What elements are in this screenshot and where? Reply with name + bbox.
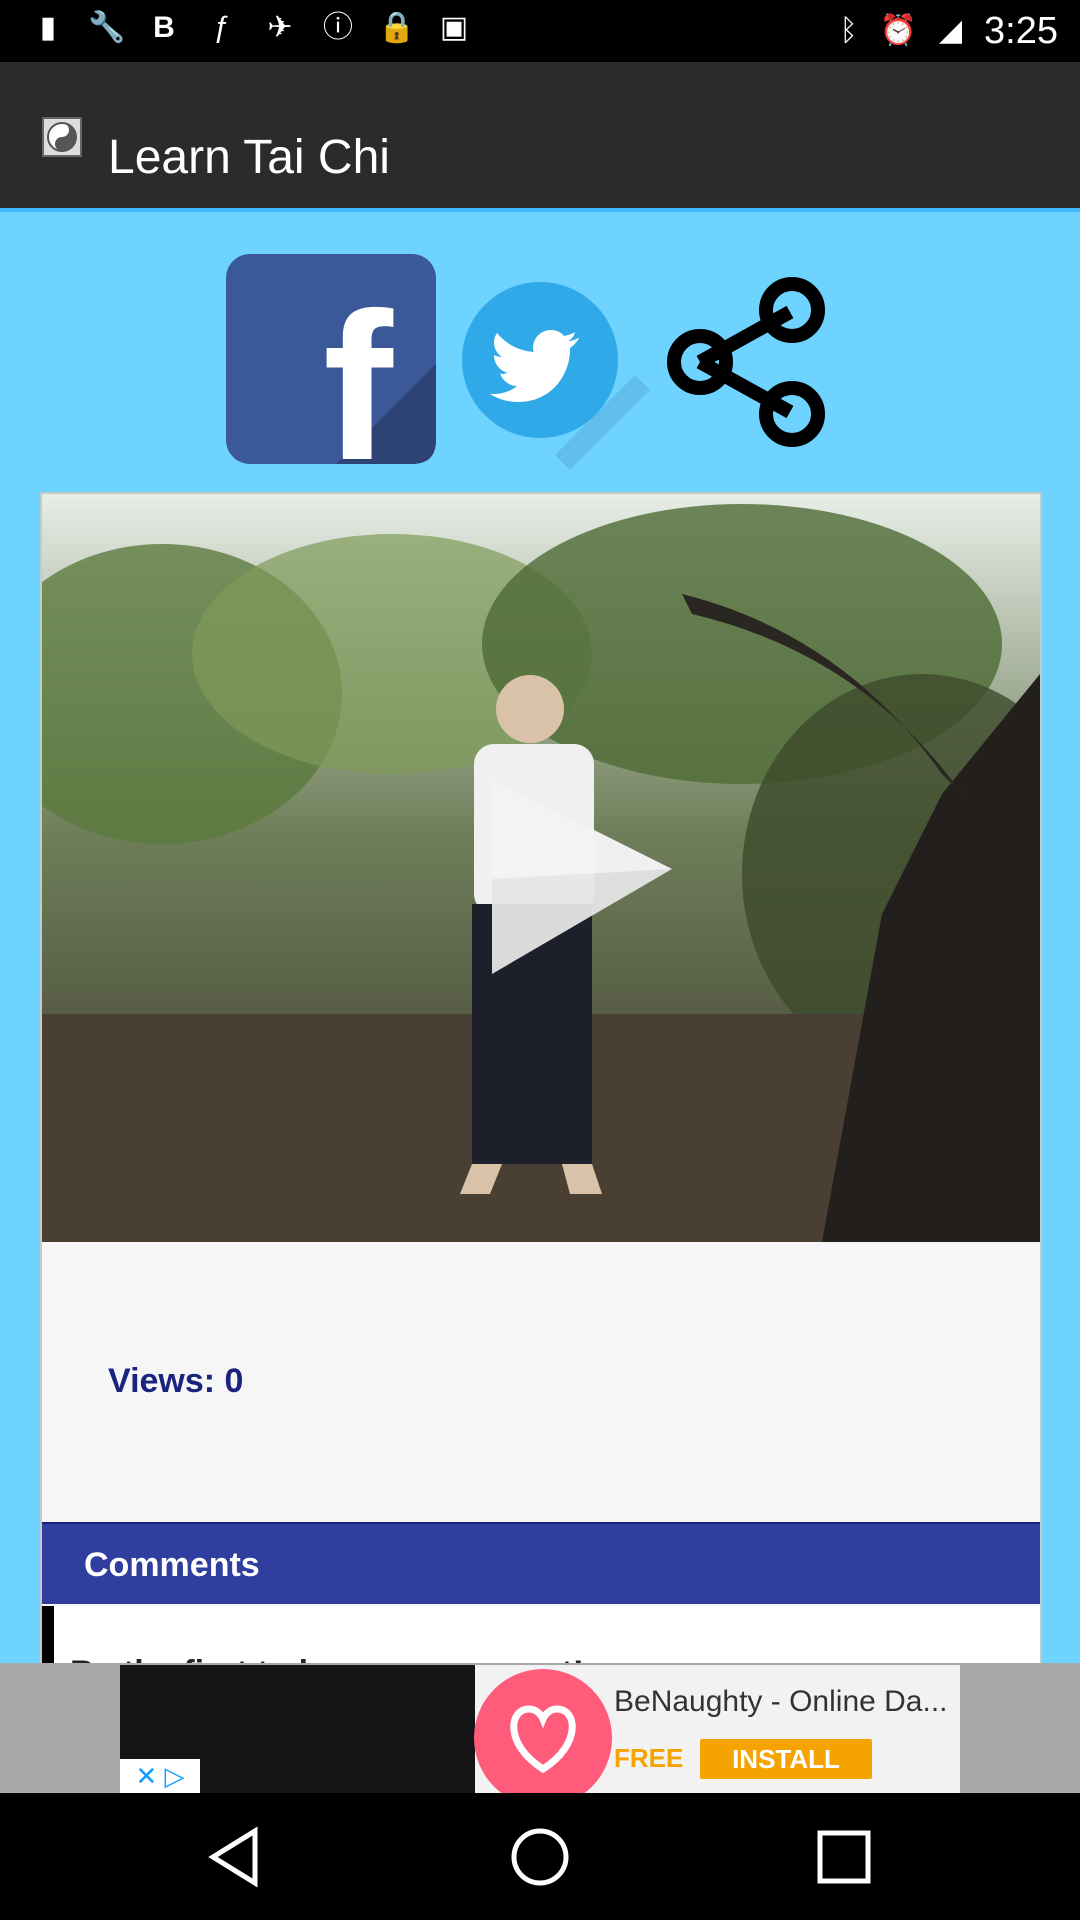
home-icon[interactable] — [508, 1825, 572, 1889]
video-player[interactable] — [42, 494, 1040, 1242]
status-icons-left: ▮ 🔧 B ƒ ✈ ⓘ 🔒 ▣ — [30, 10, 472, 46]
facebook-button[interactable]: f — [226, 254, 436, 504]
back-icon[interactable] — [205, 1825, 269, 1889]
share-button[interactable] — [660, 272, 840, 452]
ad-close-icon[interactable]: ✕ ▷ — [120, 1759, 200, 1793]
ad-banner[interactable]: BeNaughty - Online Da... FREE INSTALL ✕ … — [120, 1665, 960, 1793]
status-bar: ▮ 🔧 B ƒ ✈ ⓘ 🔒 ▣ ᛒ ⏰ ◢ 3:25 — [0, 0, 1080, 62]
app-title: Learn Tai Chi — [108, 131, 390, 184]
navigation-bar — [0, 1793, 1080, 1920]
views-count: Views: 0 — [108, 1362, 244, 1400]
yin-yang-icon — [42, 117, 82, 157]
bold-b-icon: B — [153, 11, 175, 44]
android-icon: ▣ — [439, 11, 469, 44]
play-icon[interactable] — [482, 779, 682, 979]
fake-gps-icon: ✈ — [267, 11, 293, 44]
app-bar: Learn Tai Chi — [0, 62, 1080, 212]
wrench-icon: 🔧 — [88, 11, 126, 44]
facebook-icon: f — [323, 269, 394, 464]
status-time: 3:25 — [984, 10, 1058, 52]
social-share-row: f — [0, 252, 1080, 504]
status-right: ᛒ ⏰ ◢ 3:25 — [840, 8, 1058, 54]
ad-title: BeNaughty - Online Da... — [614, 1685, 948, 1718]
alarm-icon: ⏰ — [879, 14, 917, 47]
music-icon: ƒ — [213, 11, 231, 44]
twitter-button[interactable] — [460, 280, 650, 470]
recents-icon[interactable] — [812, 1825, 876, 1889]
comments-header: Comments — [42, 1522, 1040, 1604]
ad-free-label: FREE — [614, 1743, 684, 1773]
heart-icon — [474, 1669, 612, 1793]
comments-title: Comments — [84, 1546, 260, 1584]
ad-install-button[interactable]: INSTALL — [700, 1739, 872, 1779]
lock-icon: 🔒 — [378, 11, 416, 44]
main-content[interactable]: f Views: 0 Comments — [0, 212, 1080, 1663]
bluetooth-icon: ᛒ — [839, 14, 858, 47]
signal-icon: ◢ — [938, 14, 963, 47]
video-card: Views: 0 Comments Be the first to leave … — [40, 492, 1042, 1663]
notification-icon: ▮ — [39, 11, 57, 44]
comment-first[interactable]: Be the first to leave a comment! — [42, 1606, 1040, 1663]
comment-first-text: Be the first to leave a comment! — [70, 1654, 584, 1663]
ad-banner-area: BeNaughty - Online Da... FREE INSTALL ✕ … — [0, 1663, 1080, 1793]
share-icon — [667, 277, 825, 447]
info-icon: ⓘ — [323, 11, 353, 44]
